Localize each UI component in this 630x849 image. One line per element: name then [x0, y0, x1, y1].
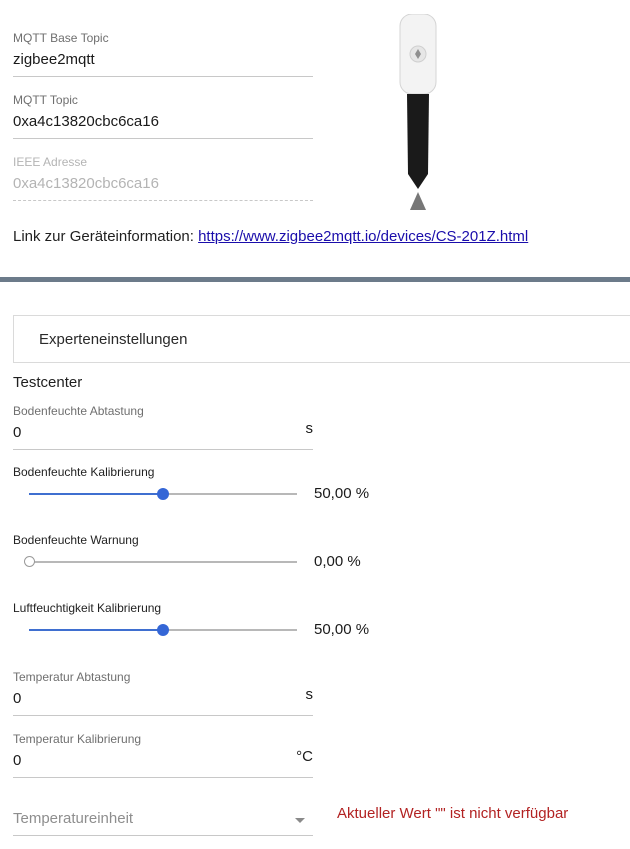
slider-label: Bodenfeuchte Warnung	[13, 533, 139, 547]
expert-settings-label: Experteneinstellungen	[39, 331, 188, 348]
field-value[interactable]: 0	[13, 752, 313, 770]
slider-fill	[29, 629, 163, 631]
field-unit: s	[305, 686, 314, 703]
ieee-address-field: IEEE Adresse 0xa4c13820cbc6ca16	[13, 155, 313, 201]
slider-label: Bodenfeuchte Kalibrierung	[13, 465, 155, 479]
field-underline	[13, 777, 313, 778]
field-unit: s	[305, 420, 314, 437]
temperature-unit-error: Aktueller Wert "" ist nicht verfügbar	[337, 805, 569, 822]
mqtt-base-topic-field[interactable]: MQTT Base Topic zigbee2mqtt	[13, 31, 313, 77]
slider-thumb[interactable]	[157, 624, 169, 636]
humidity-calibration-slider: Luftfeuchtigkeit Kalibrierung 50,00 %	[13, 601, 413, 638]
field-underline	[13, 449, 313, 450]
field-label: Bodenfeuchte Abtastung	[13, 404, 144, 418]
chevron-down-icon[interactable]	[295, 818, 305, 823]
device-image	[399, 14, 437, 210]
temperature-unit-select[interactable]: Temperatureinheit	[13, 810, 313, 836]
slider-value: 50,00 %	[314, 621, 370, 638]
slider-label: Luftfeuchtigkeit Kalibrierung	[13, 601, 162, 615]
section-divider	[0, 277, 630, 282]
soil-interval-field[interactable]: Bodenfeuchte Abtastung 0 s	[13, 404, 313, 450]
field-value[interactable]: 0	[13, 424, 313, 442]
mqtt-topic-field[interactable]: MQTT Topic 0xa4c13820cbc6ca16	[13, 93, 313, 139]
device-info-link[interactable]: https://www.zigbee2mqtt.io/devices/CS-20…	[198, 228, 528, 245]
device-info-link-line: Link zur Geräteinformation: https://www.…	[13, 228, 528, 245]
field-unit: °C	[296, 748, 313, 765]
field-label: Temperatur Kalibrierung	[13, 732, 142, 746]
slider-thumb[interactable]	[24, 556, 35, 567]
field-label: Temperatur Abtastung	[13, 670, 131, 684]
link-prefix: Link zur Geräteinformation:	[13, 228, 199, 245]
field-label: MQTT Base Topic	[13, 31, 109, 45]
field-value[interactable]: zigbee2mqtt	[13, 51, 313, 69]
temp-interval-field[interactable]: Temperatur Abtastung 0 s	[13, 670, 313, 716]
slider-track[interactable]	[29, 624, 297, 636]
slider-value: 50,00 %	[314, 485, 370, 502]
field-underline	[13, 715, 313, 716]
slider-track[interactable]	[29, 488, 297, 500]
select-placeholder: Temperatureinheit	[13, 810, 134, 827]
slider-track[interactable]	[24, 556, 297, 567]
field-label: MQTT Topic	[13, 93, 78, 107]
soil-calibration-slider: Bodenfeuchte Kalibrierung 50,00 %	[13, 465, 413, 502]
expert-settings-panel[interactable]: Experteneinstellungen	[13, 315, 630, 363]
testcenter-title: Testcenter	[13, 374, 83, 391]
slider-value: 0,00 %	[314, 553, 361, 570]
slider-thumb[interactable]	[157, 488, 169, 500]
field-underline	[13, 76, 313, 77]
temp-calibration-field[interactable]: Temperatur Kalibrierung 0 °C	[13, 732, 313, 778]
field-underline	[13, 200, 313, 201]
slider-fill	[29, 493, 163, 495]
field-value[interactable]: 0xa4c13820cbc6ca16	[13, 113, 313, 131]
field-value: 0xa4c13820cbc6ca16	[13, 175, 159, 192]
field-value[interactable]: 0	[13, 690, 313, 708]
select-underline	[13, 835, 313, 836]
field-underline	[13, 138, 313, 139]
soil-warning-slider: Bodenfeuchte Warnung 0,00 %	[13, 533, 413, 570]
field-label: IEEE Adresse	[13, 155, 88, 169]
